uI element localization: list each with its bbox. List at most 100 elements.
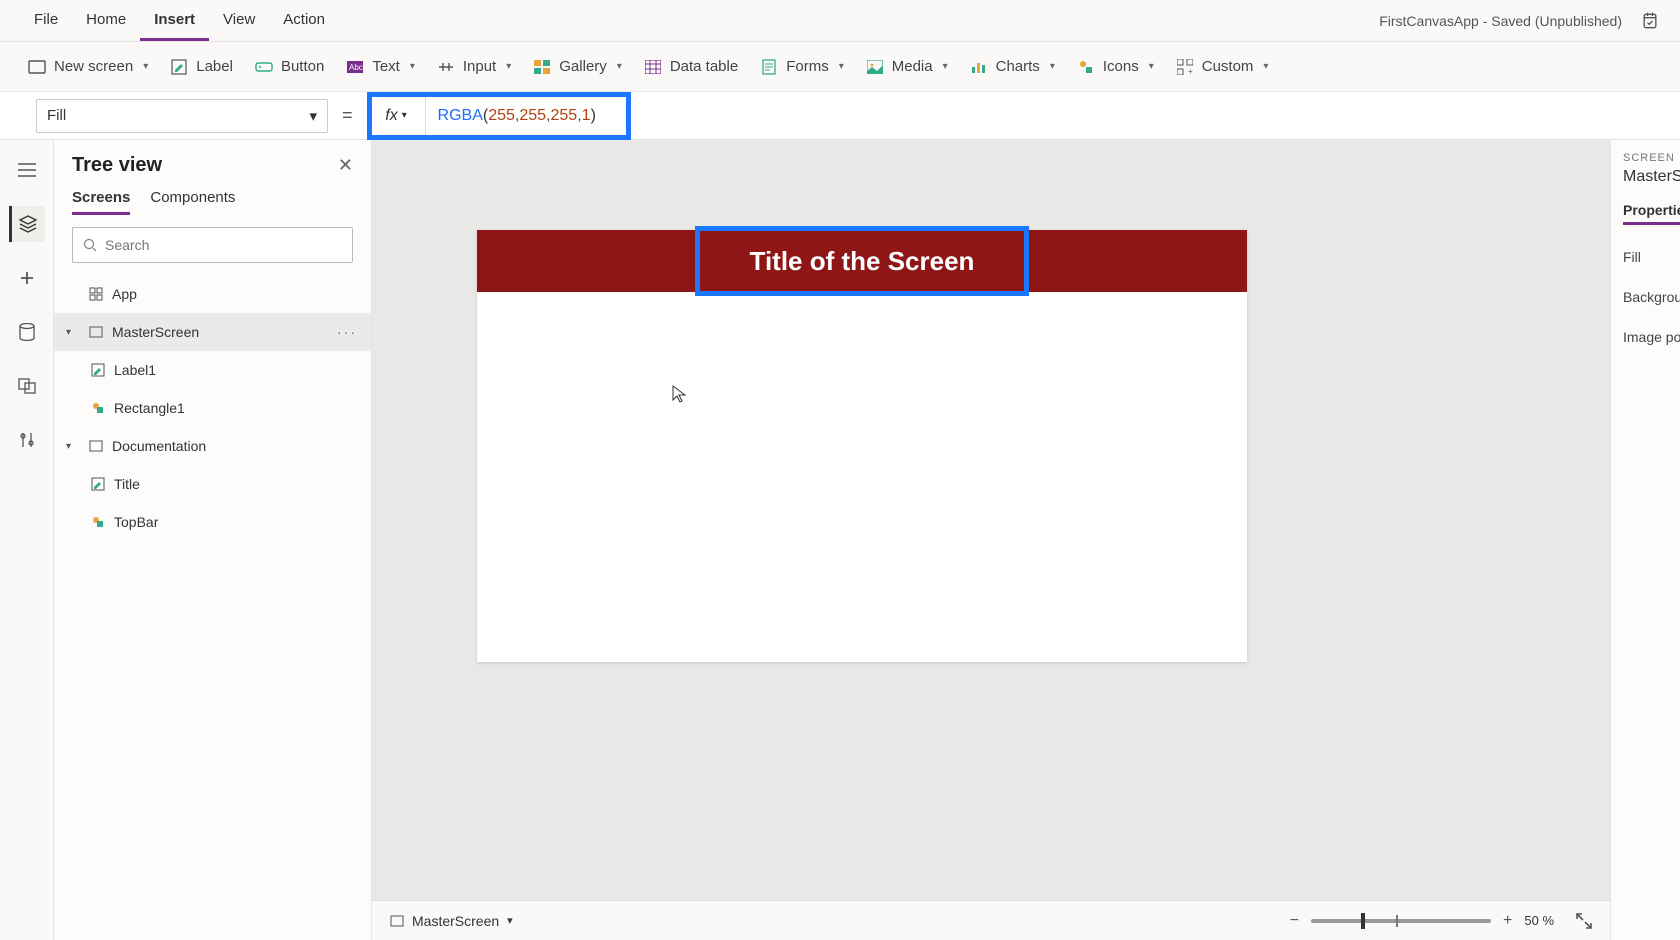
property-row-image-position[interactable]: Image position [1623, 329, 1680, 345]
insert-label-button[interactable]: Label [170, 58, 233, 76]
tree-item-label: MasterScreen [112, 324, 199, 340]
tree-item-label: Label1 [114, 362, 156, 378]
tab-screens[interactable]: Screens [72, 189, 130, 215]
insert-label-text: Label [196, 58, 233, 75]
fx-button[interactable]: fx ▾ [372, 97, 426, 135]
chevron-down-icon: ▾ [1149, 61, 1154, 72]
formula-bar: Fill ▾ = fx ▾ RGBA(255, 255, 255, 1) [0, 92, 1680, 140]
property-row-background[interactable]: Background [1623, 289, 1680, 305]
insert-forms-label: Forms [786, 58, 829, 75]
properties-tab[interactable]: Properties [1623, 202, 1680, 225]
insert-pane-icon[interactable] [9, 260, 45, 296]
tree-item-title[interactable]: Title [54, 465, 371, 503]
zoom-slider[interactable] [1311, 919, 1491, 923]
app-screen[interactable]: Title of the Screen [477, 230, 1247, 662]
more-icon[interactable]: ··· [337, 324, 357, 340]
tree-item-label: Title [114, 476, 140, 492]
tree-item-label: App [112, 286, 137, 302]
new-screen-label: New screen [54, 58, 133, 75]
app-title: FirstCanvasApp - Saved (Unpublished) [1379, 13, 1622, 29]
media-icon [866, 58, 884, 76]
shape-icon [90, 400, 106, 416]
label-icon [90, 362, 106, 378]
insert-input-button[interactable]: Input ▾ [437, 58, 511, 76]
insert-button-text: Button [281, 58, 324, 75]
insert-icons-button[interactable]: Icons ▾ [1077, 58, 1154, 76]
zoom-in-button[interactable]: + [1503, 912, 1512, 930]
screen-icon [28, 58, 46, 76]
tab-components[interactable]: Components [150, 189, 235, 215]
insert-charts-button[interactable]: Charts ▾ [970, 58, 1055, 76]
hamburger-icon[interactable] [9, 152, 45, 188]
button-icon [255, 58, 273, 76]
app-checker-icon[interactable] [1640, 11, 1660, 31]
search-icon [83, 238, 97, 252]
app-icon [88, 286, 104, 302]
screen-icon [88, 438, 104, 454]
chart-icon [970, 58, 988, 76]
tree-search-input[interactable] [105, 237, 342, 253]
property-selector[interactable]: Fill ▾ [36, 99, 328, 133]
properties-panel: SCREEN MasterScreen Properties Fill Back… [1610, 140, 1680, 940]
expand-icon[interactable]: ▾ [66, 441, 80, 452]
tree-item-label1[interactable]: Label1 [54, 351, 371, 389]
menu-file[interactable]: File [20, 5, 72, 41]
insert-media-button[interactable]: Media ▾ [866, 58, 948, 76]
text-icon: Abc [346, 58, 364, 76]
tree-item-documentation[interactable]: ▾ Documentation [54, 427, 371, 465]
menu-insert[interactable]: Insert [140, 5, 209, 41]
formula-fn: RGBA [438, 107, 483, 125]
chevron-down-icon: ▾ [143, 61, 148, 72]
chevron-down-icon: ▾ [410, 61, 415, 72]
svg-text:+: + [1188, 67, 1193, 75]
chevron-down-icon: ▾ [507, 914, 513, 927]
insert-button-button[interactable]: Button [255, 58, 324, 76]
tree-item-rectangle1[interactable]: Rectangle1 [54, 389, 371, 427]
chevron-down-icon: ▾ [309, 107, 317, 125]
insert-forms-button[interactable]: Forms ▾ [760, 58, 844, 76]
input-icon [437, 58, 455, 76]
insert-text-button[interactable]: Abc Text ▾ [346, 58, 415, 76]
breadcrumb[interactable]: MasterScreen ▾ [390, 913, 513, 929]
label-edit-icon [170, 58, 188, 76]
canvas-stage[interactable]: Title of the Screen [372, 140, 1610, 900]
data-icon[interactable] [9, 314, 45, 350]
tree-search-box[interactable] [72, 227, 353, 263]
ribbon: New screen ▾ Label Button Abc Text ▾ Inp… [0, 42, 1680, 92]
chevron-down-icon: ▾ [506, 61, 511, 72]
cursor-icon [672, 385, 686, 403]
tree-view-icon[interactable] [9, 206, 45, 242]
zoom-out-button[interactable]: − [1290, 912, 1299, 930]
menu-home[interactable]: Home [72, 5, 140, 41]
tools-icon[interactable] [9, 422, 45, 458]
fit-screen-icon[interactable] [1576, 913, 1592, 929]
menu-action[interactable]: Action [269, 5, 339, 41]
app-header-rectangle[interactable]: Title of the Screen [477, 230, 1247, 292]
formula-input[interactable]: RGBA(255, 255, 255, 1) [426, 97, 626, 135]
insert-gallery-button[interactable]: Gallery ▾ [533, 58, 622, 76]
left-rail [0, 140, 54, 940]
expand-icon[interactable]: ▾ [66, 327, 80, 338]
screen-title-label[interactable]: Title of the Screen [699, 230, 1025, 292]
tree-view-panel: Tree view ✕ Screens Components App ▾ Mas… [54, 140, 372, 940]
menubar: File Home Insert View Action FirstCanvas… [0, 0, 1680, 42]
insert-charts-label: Charts [996, 58, 1040, 75]
insert-custom-button[interactable]: + Custom ▾ [1176, 58, 1269, 76]
insert-custom-label: Custom [1202, 58, 1254, 75]
media-pane-icon[interactable] [9, 368, 45, 404]
close-icon[interactable]: ✕ [338, 155, 353, 176]
property-row-fill[interactable]: Fill [1623, 249, 1680, 265]
new-screen-button[interactable]: New screen ▾ [28, 58, 148, 76]
custom-icon: + [1176, 58, 1194, 76]
insert-datatable-button[interactable]: Data table [644, 58, 738, 76]
zoom-controls: − + 50 % [1290, 912, 1592, 930]
main-area: Tree view ✕ Screens Components App ▾ Mas… [0, 140, 1680, 940]
equals-sign: = [328, 105, 367, 126]
tree-item-topbar[interactable]: TopBar [54, 503, 371, 541]
table-icon [644, 58, 662, 76]
tree-item-label: Documentation [112, 438, 206, 454]
tree-item-app[interactable]: App [54, 275, 371, 313]
chevron-down-icon: ▾ [1263, 61, 1268, 72]
menu-view[interactable]: View [209, 5, 269, 41]
tree-item-masterscreen[interactable]: ▾ MasterScreen ··· [54, 313, 371, 351]
